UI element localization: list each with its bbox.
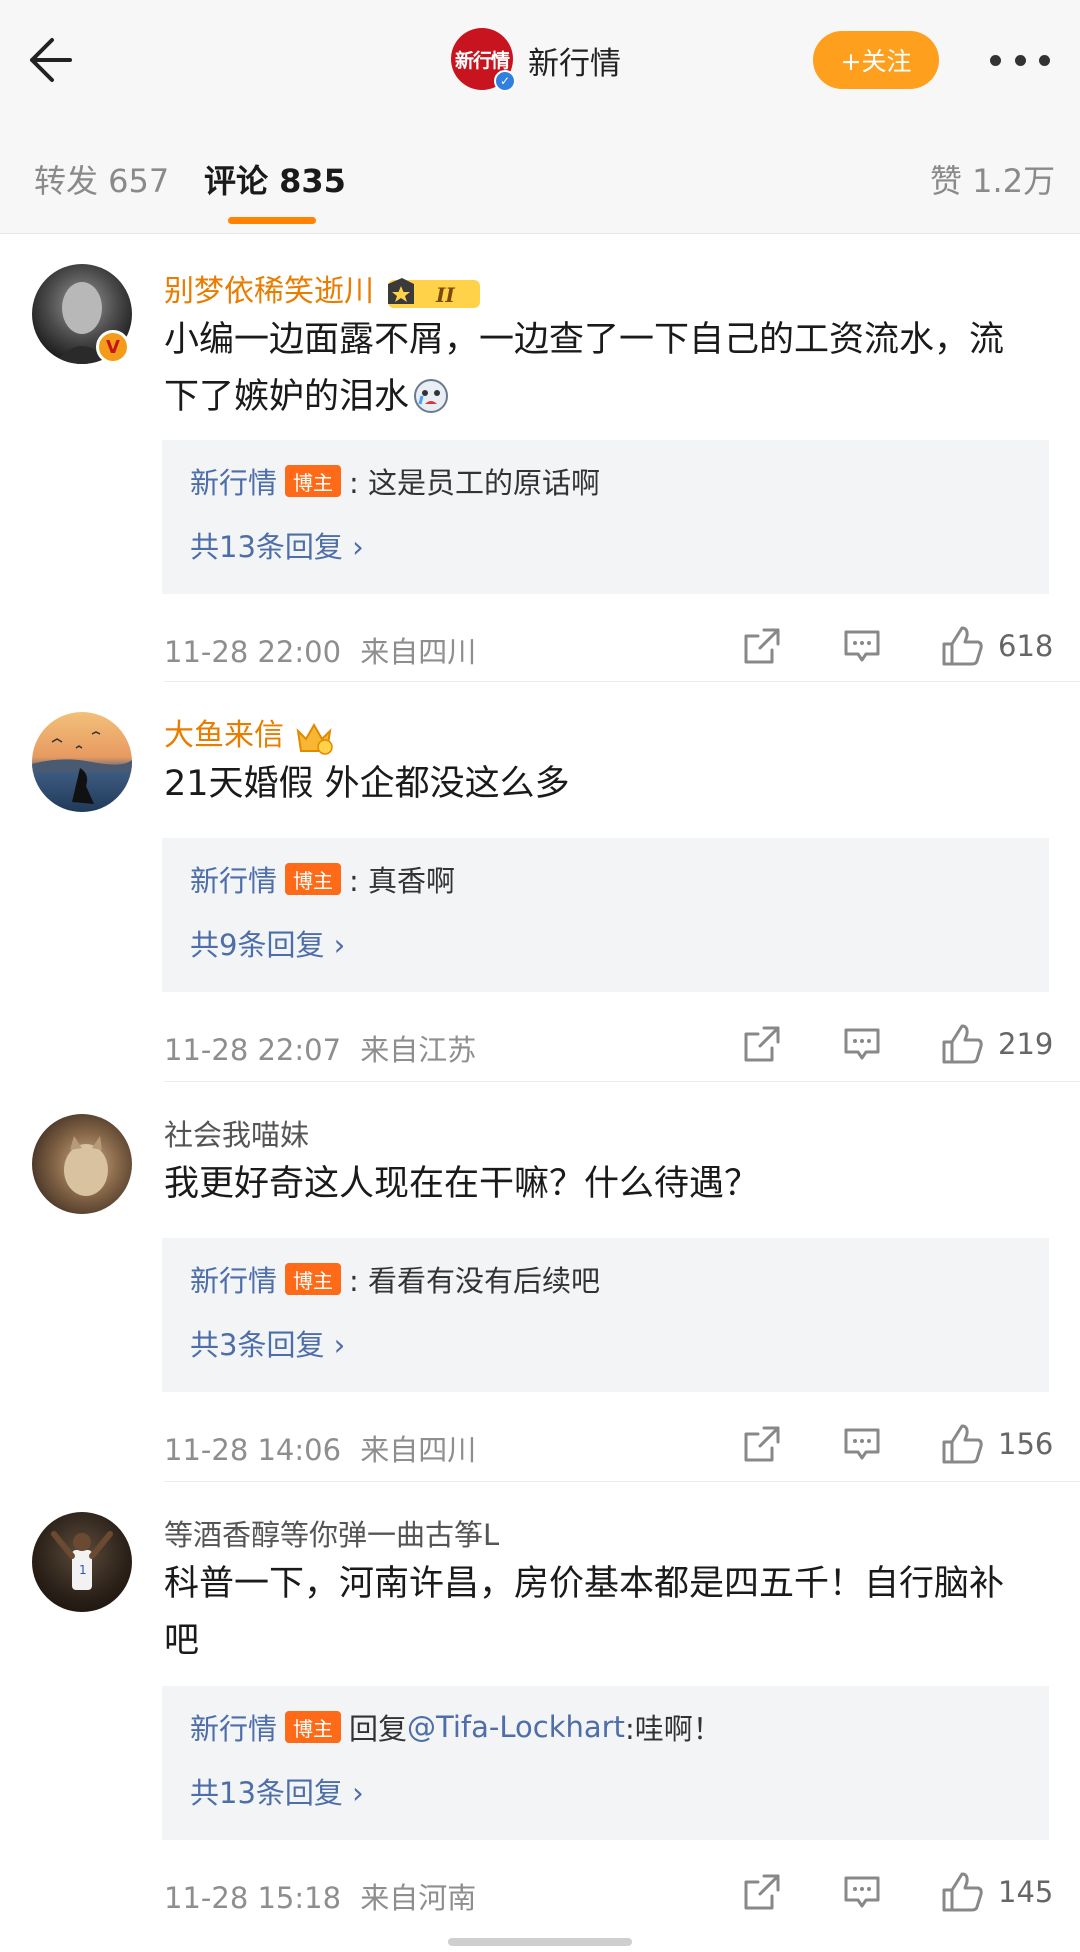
comment-username[interactable]: 别梦依稀笑逝川 II [164, 266, 482, 312]
comment-time: 11-28 22:00 [164, 635, 342, 669]
comment-meta: 11-28 22:07 来自江苏 [164, 1027, 476, 1069]
svg-text:II: II [435, 283, 455, 307]
tab-repost[interactable]: 转发 657 [34, 156, 169, 202]
comment-meta: 11-28 14:06 来自四川 [164, 1427, 476, 1469]
comment-location: 来自四川 [360, 1433, 477, 1467]
comment-time: 11-28 22:07 [164, 1033, 342, 1067]
reply-text: :哇啊！ [624, 1712, 722, 1746]
user-avatar[interactable] [32, 1114, 132, 1214]
comment-icon[interactable] [842, 1424, 882, 1464]
comment-icon[interactable] [842, 626, 882, 666]
like-count: 219 [998, 1027, 1054, 1061]
comment-location: 来自江苏 [360, 1033, 477, 1067]
comment-text: 21天婚假 外企都没这么多 [164, 764, 570, 804]
reply-preview[interactable]: 新行情 博主 : 看看有没有后续吧 共3条回复 › [162, 1238, 1049, 1392]
back-arrow-icon[interactable] [26, 30, 86, 90]
tab-likes[interactable]: 赞 1.2万 [930, 156, 1055, 202]
reply-mention[interactable]: @Tifa-Lockhart [407, 1710, 625, 1744]
verified-icon: ✓ [494, 70, 516, 92]
like-count: 618 [998, 629, 1054, 663]
reply-preview[interactable]: 新行情 博主 : 真香啊 共9条回复 › [162, 838, 1049, 992]
follow-button[interactable]: +关注 [813, 31, 939, 89]
reply-text: : 这是员工的原话啊 [349, 466, 601, 500]
tab-comments[interactable]: 评论 835 [204, 156, 346, 202]
reply-line: 新行情 博主 : 看看有没有后续吧 [190, 1258, 600, 1300]
comment-meta: 11-28 22:00 来自四川 [164, 629, 476, 671]
like-icon[interactable] [940, 1022, 984, 1066]
comment-item: V 别梦依稀笑逝川 II 小编一边面露不屑，一边查了一下自己的工资流水，流下了嫉… [0, 234, 1080, 682]
comment-item: 1 等酒香醇等你弹一曲古筝L 科普一下，河南许昌，房价基本都是四五千！自行脑补吧… [0, 1482, 1080, 1942]
comment-item: 大鱼来信 21天婚假 外企都没这么多 新行情 博主 : 真香啊 共9条回复 › … [0, 682, 1080, 1082]
comment-item: 社会我喵妹 我更好奇这人现在在干嘛？什么待遇？ 新行情 博主 : 看看有没有后续… [0, 1082, 1080, 1482]
reply-line: 新行情 博主 : 这是员工的原话啊 [190, 460, 600, 502]
verified-badge-icon: V [96, 330, 130, 364]
author-badge: 博主 [285, 863, 342, 895]
author-badge: 博主 [285, 1711, 342, 1743]
view-replies-link[interactable]: 共13条回复 › [190, 1770, 364, 1812]
comment-username[interactable]: 等酒香醇等你弹一曲古筝L [164, 1512, 499, 1554]
view-replies-link[interactable]: 共3条回复 › [190, 1322, 345, 1364]
comment-location: 来自河南 [360, 1881, 477, 1915]
reply-text: : 看看有没有后续吧 [349, 1264, 601, 1298]
account-logo-text: 新行情 [454, 49, 510, 72]
reply-prefix: 回复 [349, 1712, 408, 1746]
comment-username[interactable]: 社会我喵妹 [164, 1112, 309, 1154]
view-replies-link[interactable]: 共9条回复 › [190, 922, 345, 964]
share-icon[interactable] [742, 1424, 782, 1464]
comment-time: 11-28 14:06 [164, 1433, 342, 1467]
reply-line: 新行情 博主 回复 @Tifa-Lockhart:哇啊！ [190, 1706, 722, 1748]
user-avatar[interactable]: 1 [32, 1512, 132, 1612]
more-options-icon[interactable] [990, 45, 1050, 75]
like-icon[interactable] [940, 1870, 984, 1914]
crown-badge-icon [296, 722, 333, 755]
like-count: 145 [998, 1875, 1054, 1909]
reply-author[interactable]: 新行情 [190, 460, 277, 502]
share-icon[interactable] [742, 1024, 782, 1064]
author-badge: 博主 [285, 465, 342, 497]
share-icon[interactable] [742, 626, 782, 666]
active-tab-indicator [228, 217, 316, 224]
comment-username[interactable]: 大鱼来信 [164, 710, 334, 757]
comment-icon[interactable] [842, 1024, 882, 1064]
reply-line: 新行情 博主 : 真香啊 [190, 858, 455, 900]
like-count: 156 [998, 1427, 1054, 1461]
comment-meta: 11-28 15:18 来自河南 [164, 1875, 476, 1917]
like-icon[interactable] [940, 624, 984, 668]
tab-bar: 转发 657 评论 835 赞 1.2万 [0, 118, 1080, 234]
home-indicator [448, 1938, 632, 1946]
reply-text: : 真香啊 [349, 864, 456, 898]
crying-emoji-icon [414, 379, 449, 413]
comment-time: 11-28 15:18 [164, 1881, 342, 1915]
reply-preview[interactable]: 新行情 博主 回复 @Tifa-Lockhart:哇啊！ 共13条回复 › [162, 1686, 1049, 1840]
comment-text: 科普一下，河南许昌，房价基本都是四五千！自行脑补吧 [164, 1564, 1005, 1661]
reply-author[interactable]: 新行情 [190, 858, 277, 900]
share-icon[interactable] [742, 1872, 782, 1912]
reply-preview[interactable]: 新行情 博主 : 这是员工的原话啊 共13条回复 › [162, 440, 1049, 594]
view-replies-link[interactable]: 共13条回复 › [190, 524, 364, 566]
reply-author[interactable]: 新行情 [190, 1706, 277, 1748]
svg-text:1: 1 [79, 1563, 87, 1577]
account-name[interactable]: 新行情 [528, 38, 621, 83]
reply-author[interactable]: 新行情 [190, 1258, 277, 1300]
comment-text: 我更好奇这人现在在干嘛？什么待遇？ [164, 1164, 760, 1204]
comment-text: 小编一边面露不屑，一边查了一下自己的工资流水，流下了嫉妒的泪水 [164, 320, 1005, 417]
comment-location: 来自四川 [360, 635, 477, 669]
user-avatar[interactable] [32, 712, 132, 812]
comment-icon[interactable] [842, 1872, 882, 1912]
like-icon[interactable] [940, 1422, 984, 1466]
vip-level-icon: II [387, 277, 480, 308]
top-bar: 新行情 ✓ 新行情 +关注 [0, 0, 1080, 118]
author-badge: 博主 [285, 1263, 342, 1295]
